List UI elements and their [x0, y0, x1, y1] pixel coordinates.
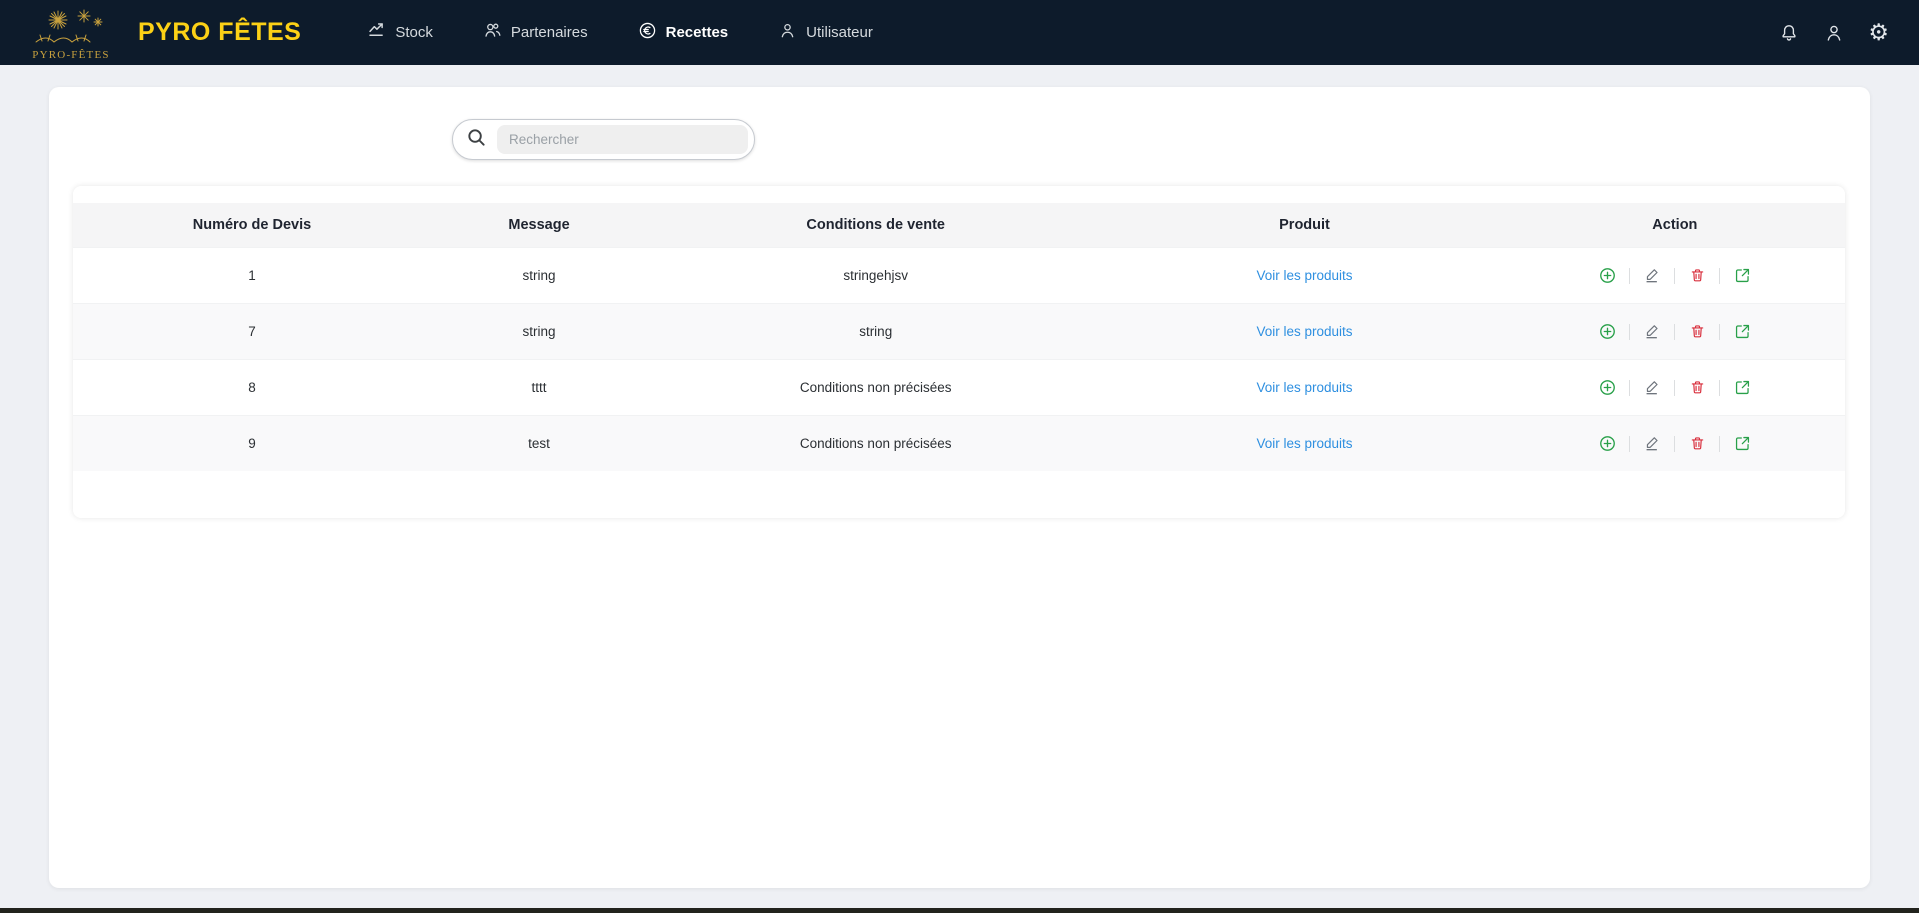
content-card: Numéro de Devis Message Conditions de ve… — [49, 87, 1870, 888]
trend-line-icon — [367, 21, 386, 44]
nav-item-stock[interactable]: Stock — [367, 21, 433, 44]
divider — [1674, 268, 1675, 284]
export-open-icon[interactable] — [1732, 378, 1752, 398]
nav-item-partenaires[interactable]: Partenaires — [483, 21, 588, 44]
cell-numero: 8 — [73, 380, 431, 395]
table-row: 7 string string Voir les produits — [73, 303, 1845, 359]
export-open-icon[interactable] — [1732, 434, 1752, 454]
nav-label: Recettes — [666, 24, 729, 41]
delete-trash-icon[interactable] — [1687, 378, 1707, 398]
edit-pencil-icon[interactable] — [1642, 434, 1662, 454]
notifications-bell-icon[interactable] — [1778, 22, 1800, 44]
divider — [1719, 324, 1720, 340]
company-logo[interactable]: PYRO-FÊTES — [28, 0, 114, 65]
column-header-message: Message — [431, 217, 647, 233]
nav-item-utilisateur[interactable]: Utilisateur — [778, 21, 873, 44]
topbar-actions: ⚙ — [1778, 21, 1889, 44]
search-bar — [452, 119, 755, 160]
search-icon — [466, 127, 487, 153]
cell-numero: 9 — [73, 436, 431, 451]
table-row: 1 string stringehjsv Voir les produits — [73, 247, 1845, 303]
divider — [1719, 380, 1720, 396]
cell-conditions: Conditions non précisées — [647, 436, 1104, 451]
delete-trash-icon[interactable] — [1687, 266, 1707, 286]
nav-label: Stock — [395, 24, 433, 41]
cell-message: string — [431, 324, 647, 339]
cell-message: test — [431, 436, 647, 451]
divider — [1674, 436, 1675, 452]
window-bottom-edge — [0, 908, 1919, 913]
delete-trash-icon[interactable] — [1687, 434, 1707, 454]
edit-pencil-icon[interactable] — [1642, 266, 1662, 286]
people-icon — [483, 21, 502, 44]
euro-circle-icon — [638, 21, 657, 44]
devis-table: Numéro de Devis Message Conditions de ve… — [73, 186, 1845, 518]
cell-numero: 7 — [73, 324, 431, 339]
column-header-produit: Produit — [1104, 217, 1504, 233]
voir-les-produits-link[interactable]: Voir les produits — [1256, 324, 1352, 339]
voir-les-produits-link[interactable]: Voir les produits — [1256, 436, 1352, 451]
column-header-numero: Numéro de Devis — [73, 217, 431, 233]
account-user-icon[interactable] — [1823, 22, 1845, 44]
voir-les-produits-link[interactable]: Voir les produits — [1256, 380, 1352, 395]
nav-label: Utilisateur — [806, 24, 873, 41]
main-nav: Stock Partenaires Recettes — [367, 21, 872, 44]
table-header-row: Numéro de Devis Message Conditions de ve… — [73, 203, 1845, 247]
row-actions — [1505, 378, 1845, 398]
cell-conditions: Conditions non précisées — [647, 380, 1104, 395]
add-product-icon[interactable] — [1597, 322, 1617, 342]
export-open-icon[interactable] — [1732, 266, 1752, 286]
table-row: 9 test Conditions non précisées Voir les… — [73, 415, 1845, 471]
nav-label: Partenaires — [511, 24, 588, 41]
search-input[interactable] — [497, 125, 748, 154]
column-header-action: Action — [1505, 217, 1845, 233]
divider — [1629, 380, 1630, 396]
table-row: 8 tttt Conditions non précisées Voir les… — [73, 359, 1845, 415]
divider — [1674, 380, 1675, 396]
divider — [1629, 268, 1630, 284]
row-actions — [1505, 266, 1845, 286]
edit-pencil-icon[interactable] — [1642, 378, 1662, 398]
divider — [1719, 436, 1720, 452]
person-icon — [778, 21, 797, 44]
export-open-icon[interactable] — [1732, 322, 1752, 342]
fireworks-logo-icon — [34, 8, 108, 51]
divider — [1719, 268, 1720, 284]
cell-conditions: string — [647, 324, 1104, 339]
nav-item-recettes[interactable]: Recettes — [638, 21, 729, 44]
divider — [1629, 436, 1630, 452]
app-title: PYRO FÊTES — [138, 18, 301, 47]
add-product-icon[interactable] — [1597, 434, 1617, 454]
top-navigation-bar: PYRO-FÊTES PYRO FÊTES Stock — [0, 0, 1919, 65]
row-actions — [1505, 434, 1845, 454]
cell-message: tttt — [431, 380, 647, 395]
cell-message: string — [431, 268, 647, 283]
settings-gear-icon[interactable]: ⚙ — [1868, 21, 1889, 44]
cell-numero: 1 — [73, 268, 431, 283]
logo-caption: PYRO-FÊTES — [32, 49, 109, 61]
cell-conditions: stringehjsv — [647, 268, 1104, 283]
add-product-icon[interactable] — [1597, 378, 1617, 398]
row-actions — [1505, 322, 1845, 342]
voir-les-produits-link[interactable]: Voir les produits — [1256, 268, 1352, 283]
delete-trash-icon[interactable] — [1687, 322, 1707, 342]
divider — [1674, 324, 1675, 340]
edit-pencil-icon[interactable] — [1642, 322, 1662, 342]
add-product-icon[interactable] — [1597, 266, 1617, 286]
divider — [1629, 324, 1630, 340]
column-header-conditions: Conditions de vente — [647, 217, 1104, 233]
